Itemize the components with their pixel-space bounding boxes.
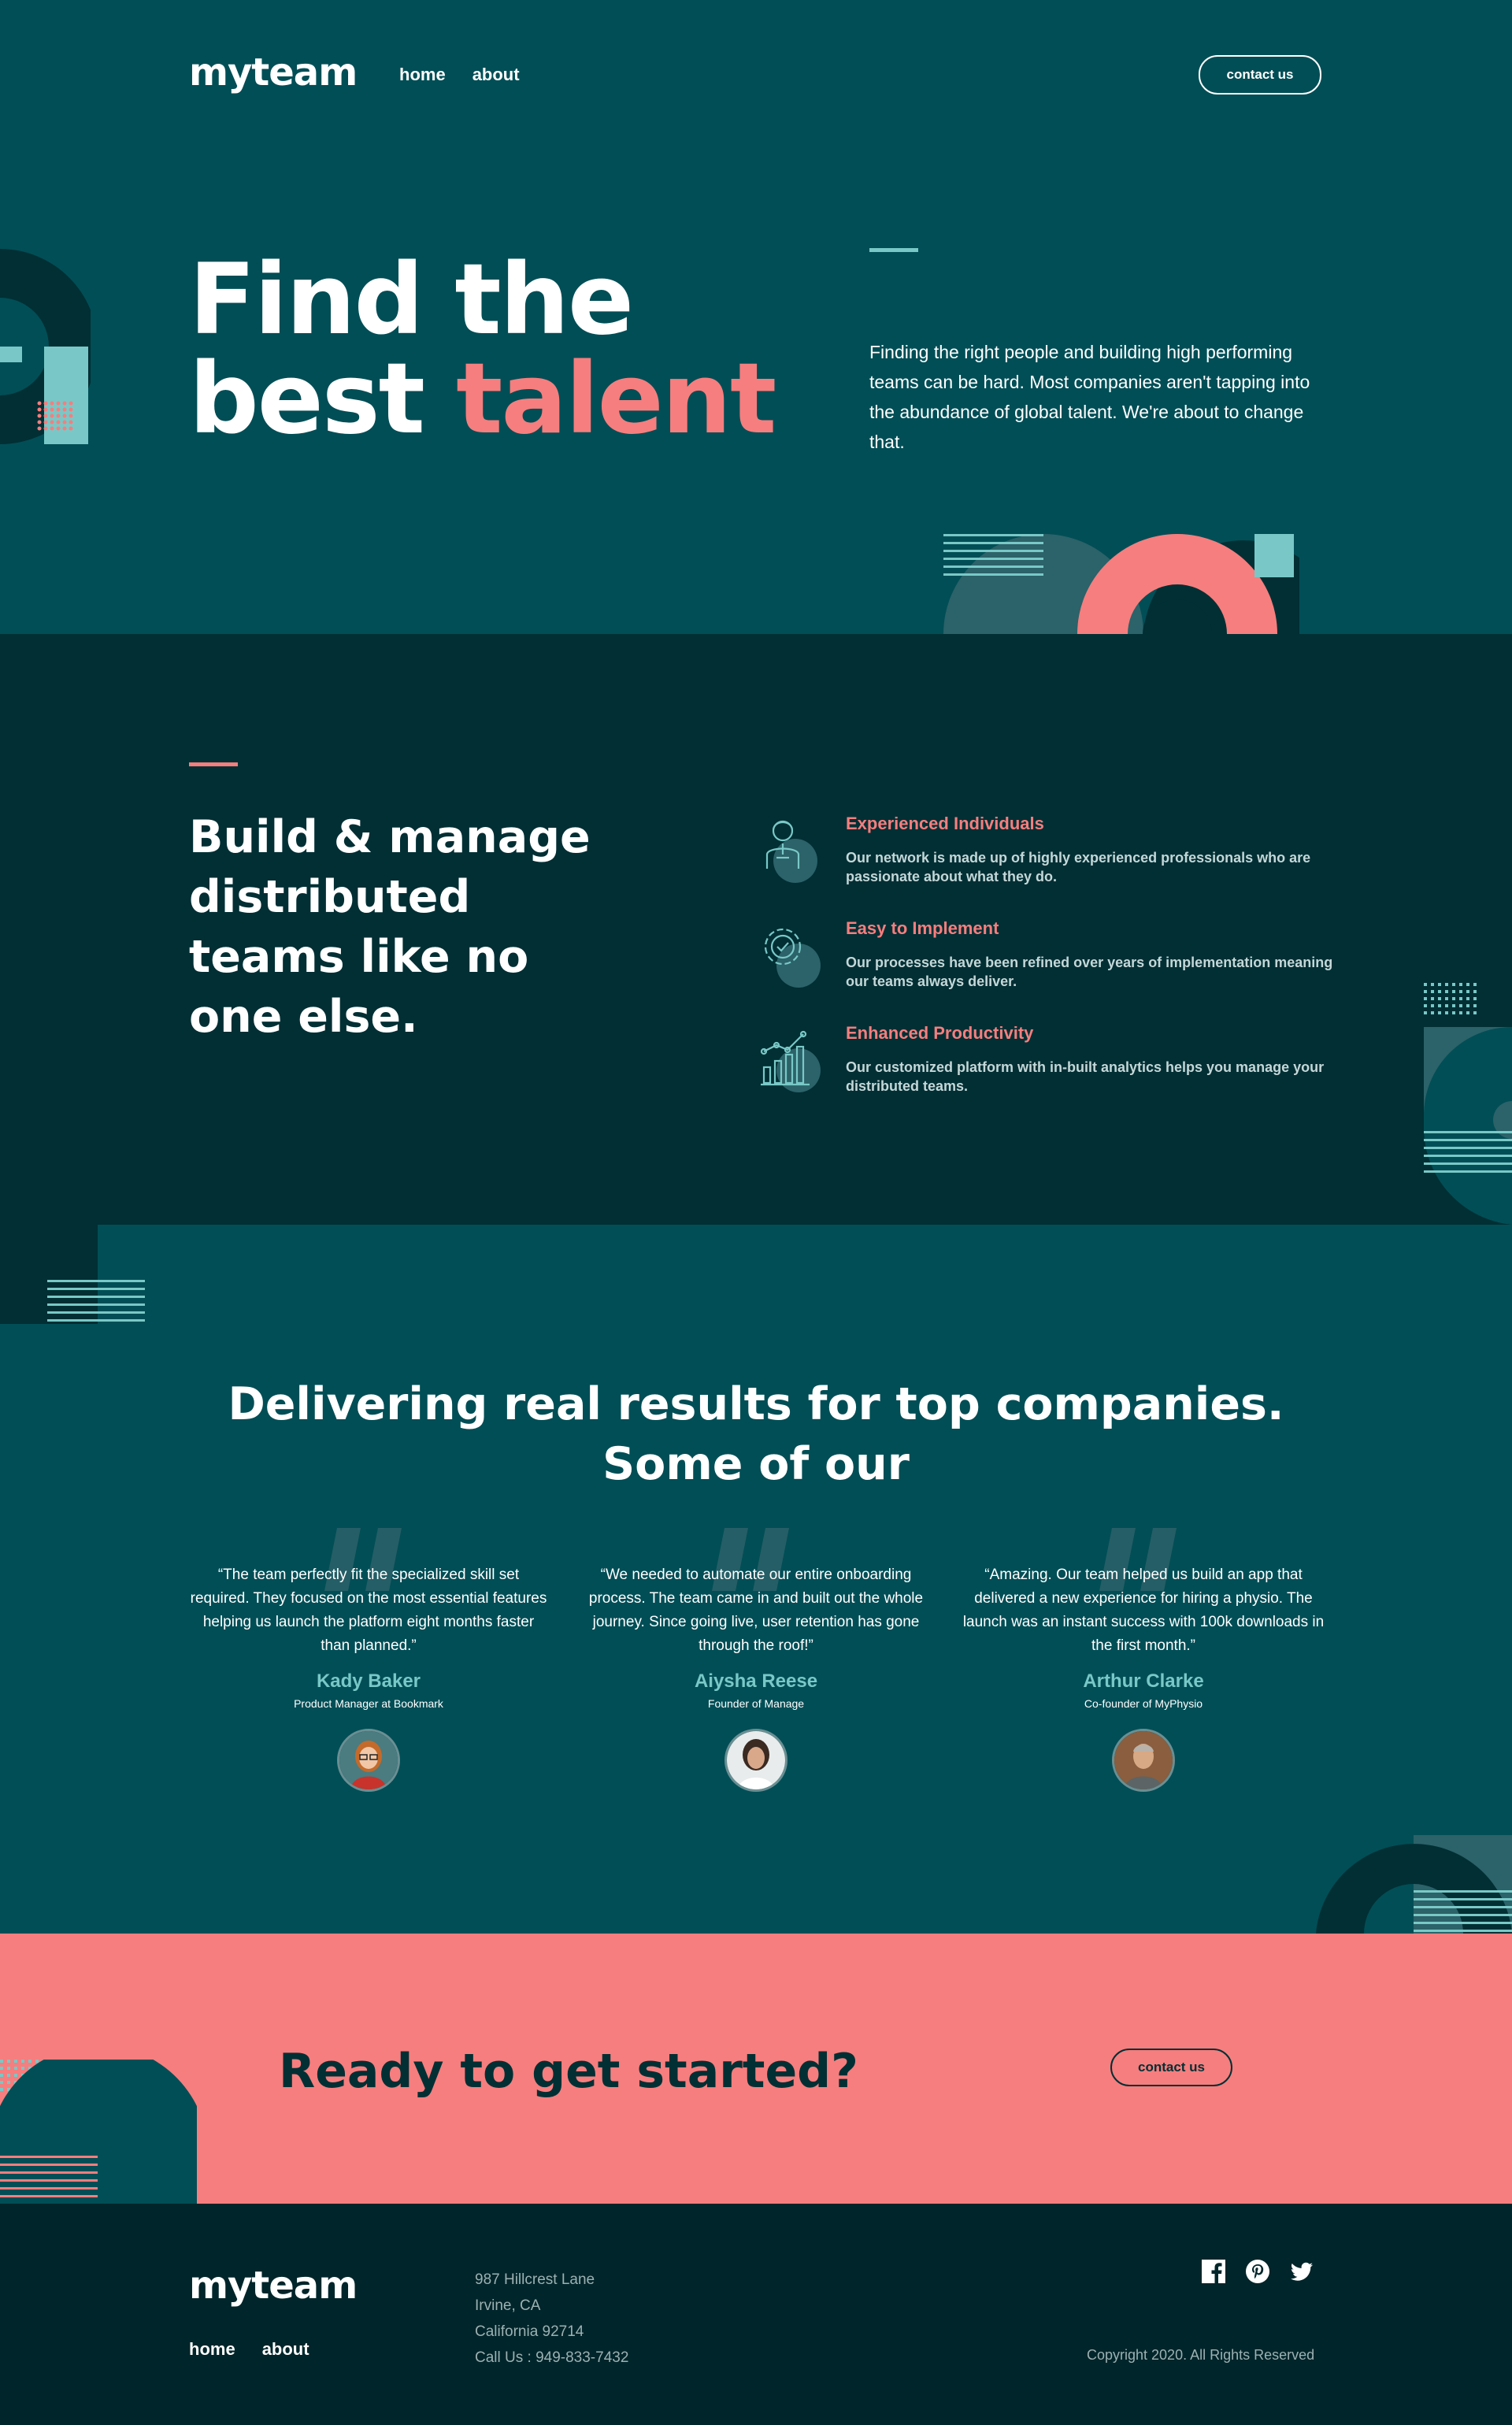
person-icon [765,820,817,883]
testimonial-card: “The team perfectly fit the specialized … [187,1528,550,1792]
testimonial-quote: “We needed to automate our entire onboar… [588,1567,924,1654]
cog-check-icon [764,928,821,988]
hero-description: Finding the right people and building hi… [869,342,1310,452]
nav-about-link[interactable]: about [472,65,520,85]
pinterest-icon[interactable] [1245,2259,1270,2284]
site-footer: myteam home about 987 Hillcrest Lane Irv… [0,2204,1512,2425]
feature-title: Easy to Implement [846,918,999,938]
feature-item: Easy to Implement Our processes have bee… [756,918,1333,1005]
footer-logo[interactable]: myteam [189,2264,358,2308]
testimonials-section: Delivering real results for top companie… [0,1225,1512,1934]
feature-text: Our network is made up of highly experie… [846,850,1311,884]
footer-address: 987 Hillcrest Lane Irvine, CA California… [475,2267,628,2371]
social-links [1201,2259,1314,2284]
feature-title: Enhanced Productivity [846,1023,1034,1043]
cta-left-decoration [0,2060,197,2204]
hero-title-line1: Find the [189,243,634,357]
address-line: 987 Hillcrest Lane [475,2271,595,2288]
footer-home-link[interactable]: home [189,2339,235,2360]
footer-nav: home about [189,2339,309,2360]
hero-right-decoration [943,534,1299,634]
testimonial-card: “We needed to automate our entire onboar… [575,1528,937,1792]
main-nav: home about [399,65,520,85]
testimonials-left-decoration [0,1225,145,1324]
site-logo[interactable]: myteam [189,50,358,95]
testimonial-role: Co-founder of MyPhysio [1084,1697,1203,1710]
testimonial-role: Product Manager at Bookmark [294,1697,443,1710]
testimonials-right-decoration [1316,1835,1512,1934]
header-contact-button[interactable]: contact us [1199,55,1321,95]
address-line: Irvine, CA [475,2297,541,2314]
feature-text: Our customized platform with in-built an… [846,1059,1325,1094]
nav-home-link[interactable]: home [399,65,446,85]
facebook-icon[interactable] [1201,2259,1226,2284]
cta-section: Ready to get started? contact us [0,1934,1512,2204]
avatar [337,1729,400,1792]
copyright-text: Copyright 2020. All Rights Reserved [1087,2347,1315,2363]
testimonial-name: Aiysha Reese [694,1670,818,1692]
chart-growth-icon [760,1030,821,1092]
feature-title: Experienced Individuals [846,814,1044,833]
hero-title-line2: best [189,343,457,456]
hero-section: myteam home about contact us Find the be… [0,0,1512,634]
features-title: Build & manage distributed teams like no… [189,811,591,1043]
feature-item: Enhanced Productivity Our customized pla… [756,1023,1331,1110]
testimonial-name: Kady Baker [316,1670,421,1692]
features-right-decoration [1424,983,1512,1225]
avatar [724,1729,788,1792]
cta-title: Ready to get started? [279,2044,858,2099]
features-section: Build & manage distributed teams like no… [0,634,1512,1225]
testimonial-role: Founder of Manage [707,1697,805,1710]
hero-accent-bar [869,248,918,252]
testimonial-quote: “The team perfectly fit the specialized … [190,1567,547,1654]
hero-title-accent: talent [456,343,776,456]
testimonials-title: Delivering real results for top companie… [228,1378,1284,1490]
address-line: California 92714 [475,2323,584,2340]
testimonial-card: “Amazing. Our team helped us build an ap… [962,1528,1325,1792]
feature-text: Our processes have been refined over yea… [846,955,1333,989]
testimonial-name: Arthur Clarke [1083,1670,1204,1692]
twitter-icon[interactable] [1289,2259,1314,2284]
hero-title: Find the best talent [189,250,776,449]
hero-left-decoration [0,249,91,444]
feature-item: Experienced Individuals Our network is m… [756,814,1331,900]
cta-contact-button[interactable]: contact us [1110,2049,1232,2086]
features-accent-bar [189,762,238,766]
footer-about-link[interactable]: about [262,2339,309,2360]
avatar [1112,1729,1175,1792]
testimonial-quote: “Amazing. Our team helped us build an ap… [962,1567,1325,1654]
phone-line: Call Us : 949-833-7432 [475,2349,629,2366]
